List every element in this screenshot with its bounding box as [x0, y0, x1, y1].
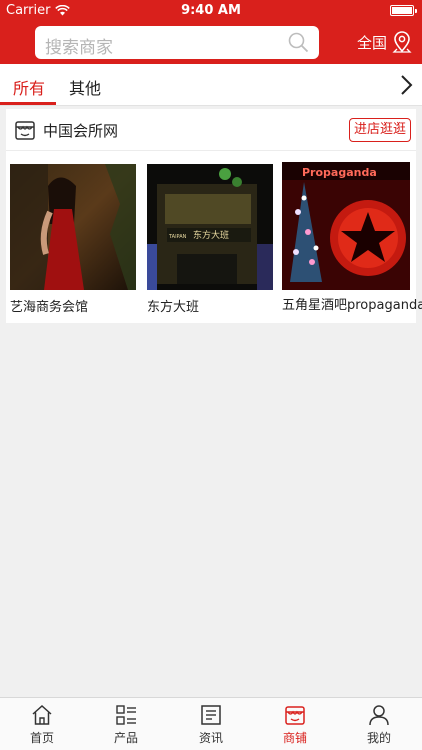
shop-card-header: 中国会所网 进店逛逛	[6, 109, 416, 151]
product-image-red-star[interactable]: Propaganda	[282, 162, 410, 290]
search-input[interactable]: 搜索商家	[35, 26, 319, 59]
home-icon	[32, 704, 52, 725]
product-image-building[interactable]: 东方大班 TAIPAN	[147, 164, 273, 290]
tabbar-label: 我的	[366, 731, 391, 745]
status-time: 9:40 AM	[181, 3, 241, 18]
tabbar-item-products[interactable]: 产品	[84, 698, 168, 750]
product-name[interactable]: 东方大班	[147, 296, 273, 315]
product-image-woman[interactable]	[10, 164, 136, 290]
shop-card: 中国会所网 进店逛逛 艺海商务会馆 东方大班 TAIPAN 东方大班 Propa…	[6, 109, 422, 323]
bottom-tab-bar: 首页 产品 资讯 商铺 我的	[0, 697, 422, 750]
category-tabs: 所有 其他	[0, 64, 422, 106]
chevron-right-icon[interactable]	[399, 74, 413, 96]
grid-list-icon	[116, 705, 136, 725]
tabbar-label: 产品	[113, 731, 138, 745]
search-icon[interactable]	[288, 32, 309, 53]
visit-shop-button[interactable]: 进店逛逛	[349, 118, 411, 142]
active-tab-indicator	[0, 102, 56, 105]
product-name[interactable]: 艺海商务会馆	[10, 296, 136, 315]
tabbar-label: 资讯	[198, 731, 223, 745]
product-item[interactable]: 东方大班 TAIPAN 东方大班	[147, 164, 273, 315]
location-pin-icon	[392, 31, 412, 53]
news-icon	[201, 705, 221, 725]
status-bar: Carrier 9:40 AM	[0, 0, 422, 22]
tab-all[interactable]: 所有	[13, 75, 45, 99]
svg-text:TAIPAN: TAIPAN	[168, 234, 187, 240]
shop-name[interactable]: 中国会所网	[43, 120, 118, 141]
tabbar-item-mine[interactable]: 我的	[337, 698, 421, 750]
tabbar-label: 首页	[29, 731, 54, 745]
tab-other[interactable]: 其他	[69, 75, 101, 99]
user-icon	[369, 705, 389, 726]
product-name[interactable]: 五角星酒吧propaganda	[282, 294, 422, 313]
store-icon	[15, 121, 35, 140]
store-icon	[285, 706, 305, 725]
tabbar-item-home[interactable]: 首页	[0, 698, 84, 750]
location-label: 全国	[357, 33, 388, 52]
bar-sign-text: Propaganda	[302, 166, 377, 179]
header: Carrier 9:40 AM 搜索商家 全国	[0, 0, 422, 64]
location-selector[interactable]: 全国	[357, 31, 412, 53]
building-sign-text: 东方大班	[193, 229, 229, 241]
product-item[interactable]: 艺海商务会馆	[10, 164, 136, 315]
battery-icon	[390, 5, 417, 16]
tabbar-item-news[interactable]: 资讯	[169, 698, 253, 750]
product-item[interactable]: Propaganda 五角星酒吧propaganda	[282, 162, 422, 313]
tabbar-item-shops[interactable]: 商铺	[253, 698, 337, 750]
tabbar-label: 商铺	[282, 731, 307, 745]
search-placeholder: 搜索商家	[45, 38, 113, 58]
